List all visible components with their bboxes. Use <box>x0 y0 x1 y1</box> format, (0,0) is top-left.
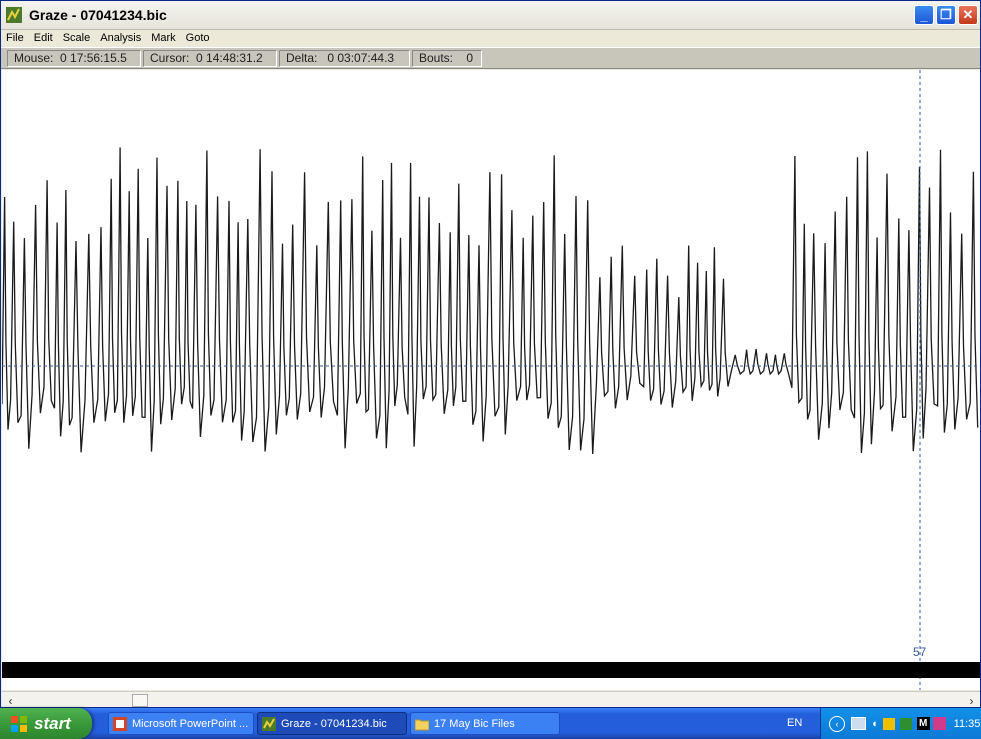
task-label: Graze - 07041234.bic <box>281 717 387 730</box>
mouse-time-readout: Mouse: 0 17:56:15.5 <box>7 49 141 67</box>
scroll-right-button[interactable]: › <box>963 692 980 708</box>
antivirus-icon[interactable] <box>882 717 895 730</box>
horizontal-scrollbar[interactable]: ‹ › <box>2 691 980 708</box>
folder-icon <box>415 719 429 730</box>
scroll-thumb[interactable] <box>132 694 148 707</box>
graze-app-icon <box>262 716 276 731</box>
menu-scale[interactable]: Scale <box>58 32 96 44</box>
graze-window: Graze - 07041234.bic _ ❐ ✕ File Edit Sca… <box>0 0 981 708</box>
start-label: start <box>34 713 71 733</box>
menu-bar: File Edit Scale Analysis Mark Goto <box>1 29 980 46</box>
tray-app-icon[interactable]: M <box>916 717 930 730</box>
taskbar: start Microsoft PowerPoint ... Graze - 0… <box>0 708 981 739</box>
volume-icon[interactable]: ◖ <box>871 718 878 730</box>
task-label: Microsoft PowerPoint ... <box>132 717 249 730</box>
event-track-bar <box>2 662 980 678</box>
cursor-marker-label: 57 <box>913 645 927 659</box>
minimize-button[interactable]: _ <box>914 5 934 25</box>
tray-back-icon[interactable]: ‹ <box>829 715 845 732</box>
cursor-time-readout: Cursor: 0 14:48:31.2 <box>143 49 277 67</box>
bouts-count-readout: Bouts: 0 <box>412 49 482 67</box>
close-button[interactable]: ✕ <box>958 5 978 25</box>
status-bar: Mouse: 0 17:56:15.5 Cursor: 0 14:48:31.2… <box>1 47 980 69</box>
graze-app-icon <box>6 7 22 23</box>
scroll-right-icon: › <box>969 693 974 708</box>
menu-mark[interactable]: Mark <box>146 32 180 44</box>
menu-analysis[interactable]: Analysis <box>95 32 146 44</box>
restore-icon: ❐ <box>940 7 952 22</box>
minimize-icon: _ <box>920 7 928 23</box>
start-button[interactable]: start <box>0 708 92 739</box>
clock[interactable]: 11:35 <box>954 718 981 730</box>
powerpoint-icon <box>113 716 127 731</box>
window-title: Graze - 07041234.bic <box>29 7 167 23</box>
task-graze[interactable]: Graze - 07041234.bic <box>257 712 407 735</box>
menu-file[interactable]: File <box>1 32 29 44</box>
menu-edit[interactable]: Edit <box>29 32 58 44</box>
task-folder[interactable]: 17 May Bic Files <box>410 712 560 735</box>
windows-logo-icon <box>11 715 27 732</box>
tray-app-icon[interactable] <box>899 717 912 730</box>
scroll-left-icon: ‹ <box>8 693 13 708</box>
signal-trace <box>2 147 979 455</box>
task-powerpoint[interactable]: Microsoft PowerPoint ... <box>108 712 254 735</box>
signal-plot-canvas[interactable]: 57 <box>2 70 980 690</box>
close-icon: ✕ <box>962 7 974 22</box>
menu-goto[interactable]: Goto <box>181 32 215 44</box>
tray-app-icon[interactable] <box>932 717 946 730</box>
network-icon[interactable] <box>851 717 866 730</box>
signal-plot[interactable]: 57 <box>2 70 980 690</box>
system-tray: EN ‹ ◖ M 11:35 <box>787 708 981 739</box>
restore-button[interactable]: ❐ <box>936 5 956 25</box>
delta-time-readout: Delta: 0 03:07:44.3 <box>279 49 410 67</box>
scroll-left-button[interactable]: ‹ <box>2 692 19 708</box>
language-indicator[interactable]: EN <box>787 717 802 729</box>
task-label: 17 May Bic Files <box>434 717 515 730</box>
title-bar[interactable]: Graze - 07041234.bic _ ❐ ✕ <box>1 1 980 30</box>
